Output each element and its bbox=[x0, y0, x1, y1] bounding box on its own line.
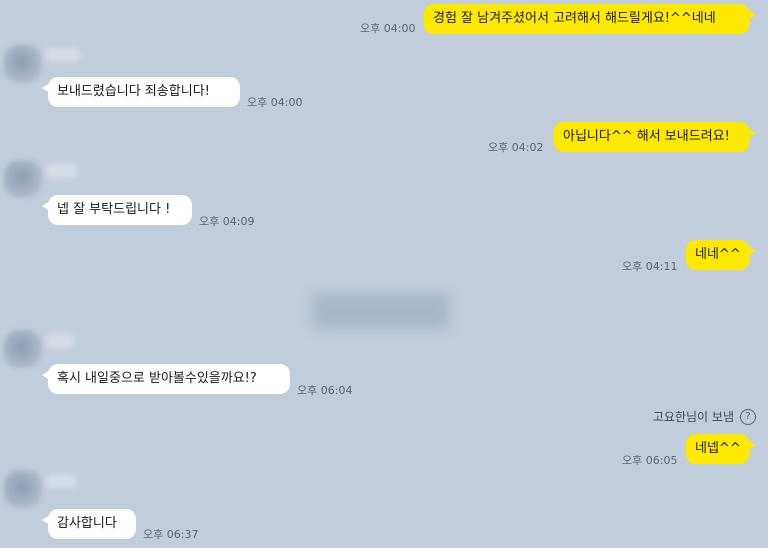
message-time: 오후 06:05 bbox=[622, 454, 678, 467]
message-time: 오후 06:04 bbox=[297, 384, 353, 397]
sender-avatar[interactable] bbox=[4, 160, 42, 198]
message-time: 오후 04:09 bbox=[199, 215, 255, 228]
message-bubble-incoming[interactable]: 혹시 내일중으로 받아볼수있을까요!? bbox=[42, 364, 290, 394]
message-time: 오후 04:11 bbox=[622, 260, 678, 273]
sender-name bbox=[46, 474, 76, 488]
message-bubble-outgoing[interactable]: 네네^^ bbox=[686, 240, 756, 270]
message-bubble-incoming[interactable]: 보내드렸습니다 죄송합니다! bbox=[42, 77, 240, 107]
sent-by-label: 고요한님이 보냄 bbox=[652, 410, 734, 424]
message-bubble-outgoing[interactable]: 아닙니다^^ 해서 보내드려요! bbox=[554, 122, 756, 152]
message-time: 오후 06:37 bbox=[143, 528, 199, 541]
message-time: 오후 04:00 bbox=[247, 96, 303, 109]
message-bubble-outgoing[interactable]: 경험 잘 남겨주셨어서 고려해서 해드릴게요!^^네네 bbox=[424, 4, 756, 34]
sender-avatar[interactable] bbox=[4, 330, 42, 368]
sender-name bbox=[46, 334, 74, 348]
question-circle-icon[interactable]: ? bbox=[740, 408, 756, 425]
message-bubble-outgoing[interactable]: 네넵^^ bbox=[686, 434, 756, 464]
message-time: 오후 04:02 bbox=[488, 141, 544, 154]
sender-name bbox=[46, 48, 80, 62]
sender-avatar[interactable] bbox=[4, 470, 42, 508]
message-time: 오후 04:00 bbox=[360, 22, 416, 35]
sender-avatar[interactable] bbox=[4, 45, 42, 83]
date-divider bbox=[312, 293, 450, 329]
message-bubble-incoming[interactable]: 감사합니다 bbox=[42, 509, 136, 539]
sender-name bbox=[46, 164, 76, 178]
sent-by-note: 고요한님이 보냄 ? bbox=[653, 408, 756, 425]
message-bubble-incoming[interactable]: 넵 잘 부탁드립니다 ! bbox=[42, 195, 192, 225]
